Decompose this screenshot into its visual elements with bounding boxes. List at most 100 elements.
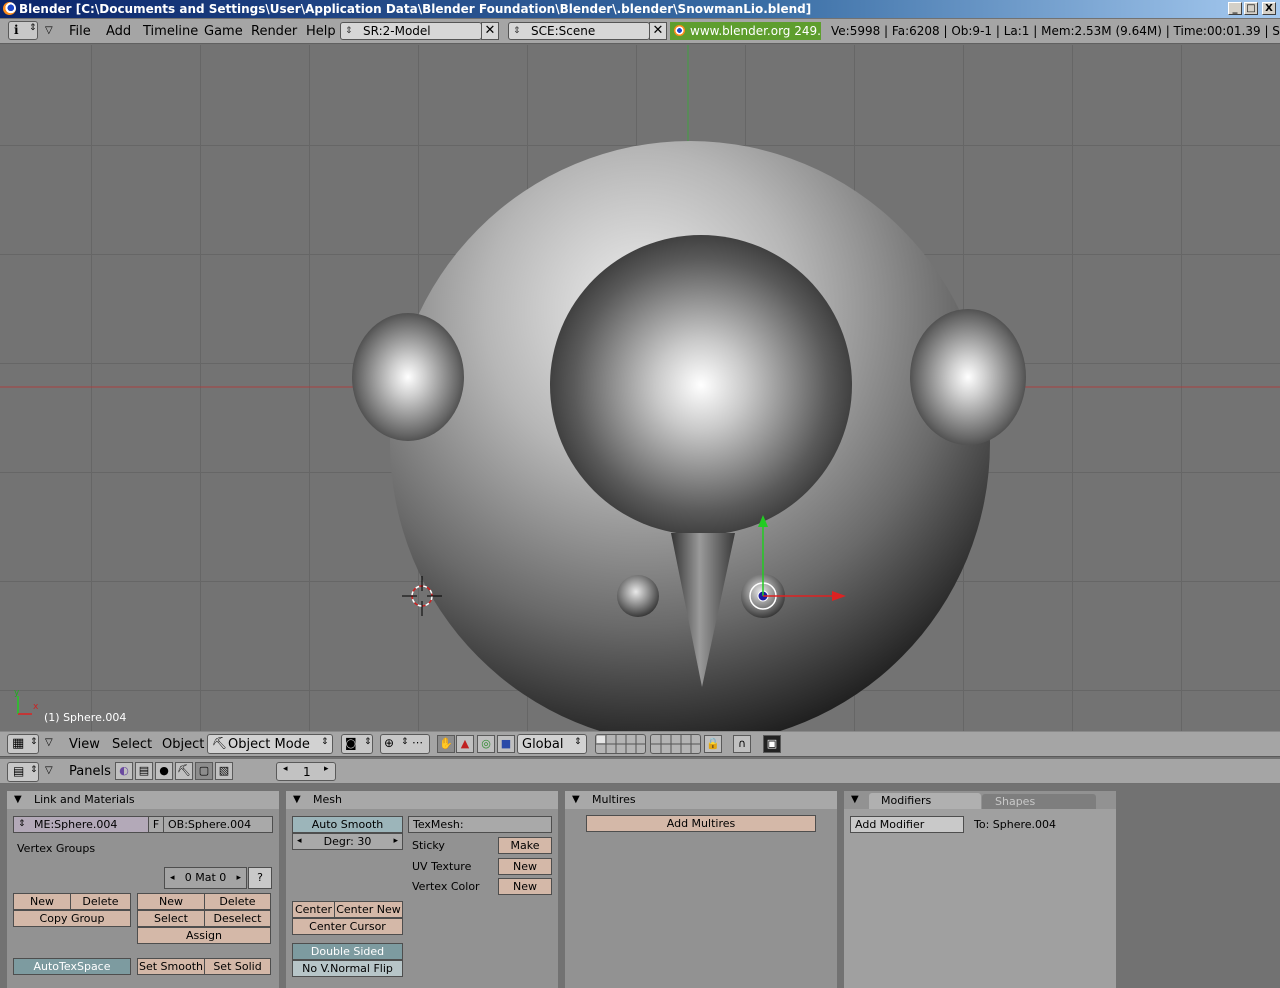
collapse-triangle-icon[interactable]: ▼ — [851, 791, 859, 809]
tab-modifiers[interactable]: Modifiers — [869, 793, 981, 809]
tab-shapes[interactable]: Shapes — [982, 794, 1096, 809]
image-icon: ▧ — [218, 764, 230, 777]
autotexspace-toggle[interactable]: AutoTexSpace — [13, 958, 131, 975]
uv-texture-new-button[interactable]: New — [498, 858, 552, 875]
menu-game[interactable]: Game — [204, 24, 243, 39]
object-context-button[interactable]: ⛏ — [175, 762, 193, 780]
material-help-button[interactable]: ? — [248, 867, 272, 889]
menu-add[interactable]: Add — [106, 24, 131, 39]
material-assign-button[interactable]: Assign — [137, 927, 271, 944]
collapse-menu-icon[interactable]: ▽ — [45, 25, 53, 36]
panel-header[interactable]: ▼ Multires — [565, 791, 837, 809]
multires-panel: ▼ Multires Add Multires — [565, 791, 837, 988]
copy-group-button[interactable]: Copy Group — [13, 910, 131, 927]
maximize-button[interactable]: □ — [1244, 2, 1258, 15]
menu-file[interactable]: File — [69, 24, 91, 39]
set-solid-button[interactable]: Set Solid — [204, 958, 271, 975]
render-preview-button[interactable]: ▣ — [763, 735, 781, 753]
collapse-triangle-icon[interactable]: ▼ — [572, 791, 580, 809]
screen-name: SR:2-Model — [363, 24, 431, 38]
blender-url-link[interactable]: www.blender.org 249.2 — [670, 22, 821, 40]
3d-viewport[interactable] — [0, 45, 1280, 731]
sticky-make-button[interactable]: Make — [498, 837, 552, 854]
editor-type-buttons-button[interactable]: ▤ ⇕ — [7, 762, 39, 782]
updown-icon: ⇕ — [345, 26, 353, 36]
menu-view[interactable]: View — [69, 737, 100, 752]
draw-type-icon: ◙ — [345, 736, 357, 750]
menu-select[interactable]: Select — [112, 737, 152, 752]
shading-context-button[interactable]: ● — [155, 762, 173, 780]
editor-type-3dview-button[interactable]: ▦ ⇕ — [7, 734, 39, 754]
menu-render[interactable]: Render — [251, 24, 297, 39]
no-vnormal-flip-toggle[interactable]: No V.Normal Flip — [292, 960, 403, 977]
frame-number-field[interactable]: ◂ 1 ▸ — [276, 762, 336, 781]
delete-screen-button[interactable]: ✕ — [481, 22, 499, 40]
screen-selector[interactable]: ⇕ SR:2-Model — [340, 22, 482, 40]
menu-object[interactable]: Object — [162, 737, 204, 752]
layer-buttons-group-1[interactable] — [595, 734, 646, 754]
lock-layers-toggle[interactable]: 🔒 — [704, 735, 722, 753]
lock-icon: 🔒 — [706, 737, 720, 750]
add-multires-button[interactable]: Add Multires — [586, 815, 816, 832]
collapse-triangle-icon[interactable]: ▼ — [14, 791, 22, 809]
close-button[interactable]: X — [1262, 2, 1276, 15]
material-select-button[interactable]: Select — [137, 910, 205, 927]
material-delete-button[interactable]: Delete — [204, 893, 271, 910]
object-name-field[interactable]: OB:Sphere.004 — [163, 816, 273, 833]
orientation-selector[interactable]: Global ⇕ — [517, 734, 587, 754]
material-new-button[interactable]: New — [137, 893, 205, 910]
logic-context-button[interactable]: ◐ — [115, 762, 133, 780]
panel-header[interactable]: ▼ Link and Materials — [7, 791, 279, 809]
transform-manipulator-toggle[interactable]: ✋ — [437, 735, 455, 753]
editing-context-button[interactable]: ▢ — [195, 762, 213, 780]
rotate-manipulator-toggle[interactable]: ◎ — [477, 735, 495, 753]
menu-timeline[interactable]: Timeline — [143, 24, 198, 39]
double-sided-toggle[interactable]: Double Sided — [292, 943, 403, 960]
texmesh-field[interactable]: TexMesh: — [408, 816, 552, 833]
material-index-value: 0 Mat 0 — [184, 871, 227, 884]
mesh-name: ME:Sphere.004 — [34, 818, 118, 831]
collapse-menu-icon[interactable]: ▽ — [45, 737, 53, 748]
translate-manipulator-toggle[interactable]: ▲ — [456, 735, 474, 753]
material-index-field[interactable]: ◂ 0 Mat 0 ▸ — [164, 867, 247, 889]
fake-user-button[interactable]: F — [148, 816, 164, 833]
panel-header[interactable]: ▼ Mesh — [286, 791, 558, 809]
modifiers-body — [844, 809, 1116, 988]
scene-selector[interactable]: ⇕ SCE:Scene — [508, 22, 650, 40]
menu-help[interactable]: Help — [306, 24, 336, 39]
script-context-button[interactable]: ▤ — [135, 762, 153, 780]
vertex-group-delete-button[interactable]: Delete — [70, 893, 131, 910]
layer-buttons-group-2[interactable] — [650, 734, 701, 754]
snap-toggle[interactable]: ∩ — [733, 735, 751, 753]
auto-smooth-toggle[interactable]: Auto Smooth — [292, 816, 403, 833]
add-modifier-button[interactable]: Add Modifier — [850, 816, 964, 833]
mesh-name-field[interactable]: ⇕ ME:Sphere.004 — [13, 816, 153, 833]
vertex-group-new-button[interactable]: New — [13, 893, 71, 910]
minimize-button[interactable]: _ — [1228, 2, 1242, 15]
collapse-menu-icon[interactable]: ▽ — [45, 765, 53, 776]
buttons-window-icon: ▤ — [13, 764, 25, 778]
mesh-panel: ▼ Mesh Auto Smooth ◂ Degr: 30 ▸ TexMesh:… — [286, 791, 558, 988]
draw-type-selector[interactable]: ◙ ⇕ — [341, 734, 373, 754]
menu-panels[interactable]: Panels — [69, 764, 111, 779]
set-smooth-button[interactable]: Set Smooth — [137, 958, 205, 975]
window-title-bar[interactable]: Blender [C:\Documents and Settings\User\… — [0, 0, 1280, 18]
delete-scene-button[interactable]: ✕ — [649, 22, 667, 40]
scale-manipulator-toggle[interactable]: ■ — [497, 735, 515, 753]
center-button[interactable]: Center — [292, 901, 335, 918]
object-mode-icon: ⛏ — [212, 736, 228, 750]
layer-grid-icon — [596, 735, 645, 753]
decrement-icon: ◂ — [170, 873, 175, 883]
pivot-selector[interactable]: ⊕ ⇕ ⋯ — [380, 734, 430, 754]
center-new-button[interactable]: Center New — [334, 901, 403, 918]
auto-smooth-degree-field[interactable]: ◂ Degr: 30 ▸ — [292, 833, 403, 850]
center-cursor-button[interactable]: Center Cursor — [292, 918, 403, 935]
material-deselect-button[interactable]: Deselect — [204, 910, 271, 927]
panel-title: Link and Materials — [34, 793, 135, 806]
panel-title: Multires — [592, 793, 636, 806]
mode-selector[interactable]: ⛏ Object Mode ⇕ — [207, 734, 333, 754]
scene-context-button[interactable]: ▧ — [215, 762, 233, 780]
collapse-triangle-icon[interactable]: ▼ — [293, 791, 301, 809]
vertex-color-new-button[interactable]: New — [498, 878, 552, 895]
editor-type-info-button[interactable]: i ⇕ — [8, 21, 38, 40]
